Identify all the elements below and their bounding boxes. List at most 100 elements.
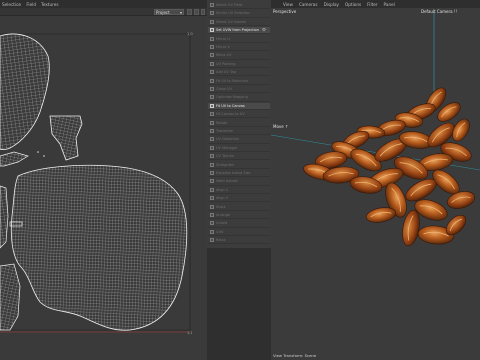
menu-options[interactable]: Options (345, 2, 361, 7)
pecan-pile-model[interactable] (302, 85, 477, 248)
uv-command-button[interactable]: Align U (208, 187, 270, 194)
menu-filter[interactable]: Filter (367, 2, 377, 7)
uv-command-button[interactable]: Select UV Islands (208, 19, 270, 26)
uv-command-button[interactable]: Transform (208, 128, 270, 136)
uv-command-button[interactable]: Mirror U (208, 36, 270, 43)
uv-command-icon (210, 171, 214, 176)
uv-command-label: Stack (216, 204, 226, 209)
uv-island-large-top[interactable] (0, 33, 50, 151)
uv-menubar: Selection Field Textures (0, 0, 207, 8)
viewport-menubar: View Cameras Display Options Filter Pane… (271, 0, 480, 8)
menu-view[interactable]: View (283, 2, 293, 7)
uv-command-icon (210, 28, 214, 33)
uv-command-icon (210, 70, 214, 75)
uv-command-label: Equalize Island Size (216, 171, 251, 176)
uv-command-label: Optimize Mapping (216, 95, 248, 100)
uv-island-large-bottom[interactable] (10, 164, 188, 331)
gear-icon[interactable]: ⚙ (262, 28, 266, 33)
uv-command-button[interactable]: UV Packing (208, 61, 270, 68)
uv-command-button[interactable]: Grid (208, 229, 270, 236)
uv-mode-icon[interactable] (187, 9, 192, 15)
uv-command-label: UV Packing (216, 61, 236, 66)
viewport-view-title: Perspective (273, 9, 297, 14)
uv-canvas[interactable] (0, 16, 207, 360)
uv-command-label: Shrink UV Selection (216, 11, 251, 16)
perspective-viewport[interactable]: View Cameras Display Options Filter Pane… (271, 0, 480, 360)
uv-editor-panel[interactable]: Selection Field Textures Project ▾ 1,0 1… (0, 0, 207, 360)
uv-command-button[interactable]: Fit UV to Canvas (208, 102, 270, 110)
uv-command-icon (210, 78, 214, 83)
uv-island-strip[interactable] (0, 151, 29, 167)
uv-command-button[interactable]: Weld Islands (208, 178, 270, 186)
uv-display-icon[interactable] (194, 9, 199, 15)
uv-command-button[interactable]: UV Manager (208, 145, 270, 152)
uv-command-button[interactable]: UV Distortion (208, 136, 270, 144)
uv-command-label: Unfold (216, 221, 228, 226)
uv-command-icon (210, 87, 214, 92)
uv-command-button[interactable]: Select UV Field (208, 2, 270, 10)
uv-command-label: Relax (216, 238, 226, 243)
uv-command-button[interactable]: UV Terrain (208, 153, 270, 161)
menu-field[interactable]: Field (26, 2, 36, 7)
uv-island-left-sliver[interactable] (0, 185, 9, 249)
viewport-canvas[interactable] (271, 0, 480, 360)
uv-command-label: Fit UV to Selection (216, 78, 249, 83)
uv-command-button[interactable]: Equalize Island Size (208, 170, 270, 178)
uv-command-label: Fit UV to Canvas (216, 103, 245, 108)
uv-command-label: Select UV Field (216, 3, 243, 8)
project-select[interactable]: Project ▾ (154, 9, 184, 15)
uv-command-icon (210, 95, 214, 100)
uv-command-label: UV Manager (216, 145, 238, 150)
menu-textures[interactable]: Textures (41, 2, 59, 7)
uv-command-button[interactable]: Shrink UV Selection (208, 10, 270, 18)
uv-command-label: Add UV Tag (216, 70, 236, 75)
uv-command-label: Align V (216, 196, 229, 201)
uv-corner-label-bottom: 1,1 (187, 331, 193, 335)
uv-command-icon (210, 179, 214, 184)
uv-command-label: Mirror V (216, 45, 230, 50)
uv-command-icon (210, 45, 214, 50)
uv-command-label: Grid (216, 229, 224, 234)
uv-command-button[interactable]: Relax (208, 237, 270, 245)
uv-command-icon (210, 36, 214, 41)
viewport-camera-title: Default Camera !! (421, 9, 458, 14)
uv-command-button[interactable]: Stack (208, 204, 270, 211)
uv-command-button[interactable]: Fit UV to Selection (208, 78, 270, 85)
menu-display[interactable]: Display (324, 2, 339, 7)
uv-command-icon (210, 221, 214, 226)
uv-command-button[interactable]: Optimize Mapping (208, 94, 270, 102)
uv-command-button[interactable]: Fit Canvas to UV (208, 111, 270, 119)
uv-island-small-mid[interactable] (49, 115, 83, 161)
uv-command-label: Select UV Islands (216, 19, 247, 24)
uv-corner-label-top: 1,0 (187, 32, 193, 36)
uv-command-button[interactable]: Arrange (208, 212, 270, 220)
move-tool-label: Move ↑ (273, 124, 289, 129)
uv-command-button[interactable]: Clean UV (208, 86, 270, 94)
uv-command-button[interactable]: Mirror V (208, 44, 270, 52)
uv-command-icon (210, 137, 214, 142)
uv-command-icon (210, 145, 214, 150)
uv-command-icon (210, 238, 214, 243)
menu-cameras[interactable]: Cameras (299, 2, 318, 7)
uv-command-label: UV Terrain (216, 154, 234, 159)
menu-panel[interactable]: Panel (384, 2, 395, 7)
uv-command-button[interactable]: Set UVW from Projection ⚙ (208, 27, 270, 35)
uv-command-label: Rotate (216, 120, 228, 125)
uv-command-icon (210, 3, 214, 8)
uv-command-button[interactable]: Add UV Tag (208, 69, 270, 77)
uv-settings-icon[interactable] (201, 9, 205, 15)
uv-command-label: Straighten (216, 162, 235, 167)
uv-command-icon (210, 129, 214, 134)
uv-command-button[interactable]: Rotate (208, 120, 270, 127)
uv-command-button[interactable]: Relax UV (208, 52, 270, 60)
menu-selection[interactable]: Selection (2, 2, 21, 7)
uv-commands-list: Select UV Field Shrink UV Selection Select… (207, 0, 271, 248)
uv-island-bottom-left[interactable] (0, 263, 21, 331)
uv-command-button[interactable]: Align V (208, 195, 270, 203)
uv-command-label: Fit Canvas to UV (216, 112, 245, 117)
view-transform-status: View Transform: Scene (273, 353, 317, 358)
uv-command-button[interactable]: Unfold (208, 220, 270, 228)
uv-command-button[interactable]: Straighten (208, 162, 270, 169)
uv-command-icon (210, 120, 214, 125)
uv-command-icon (210, 154, 214, 159)
